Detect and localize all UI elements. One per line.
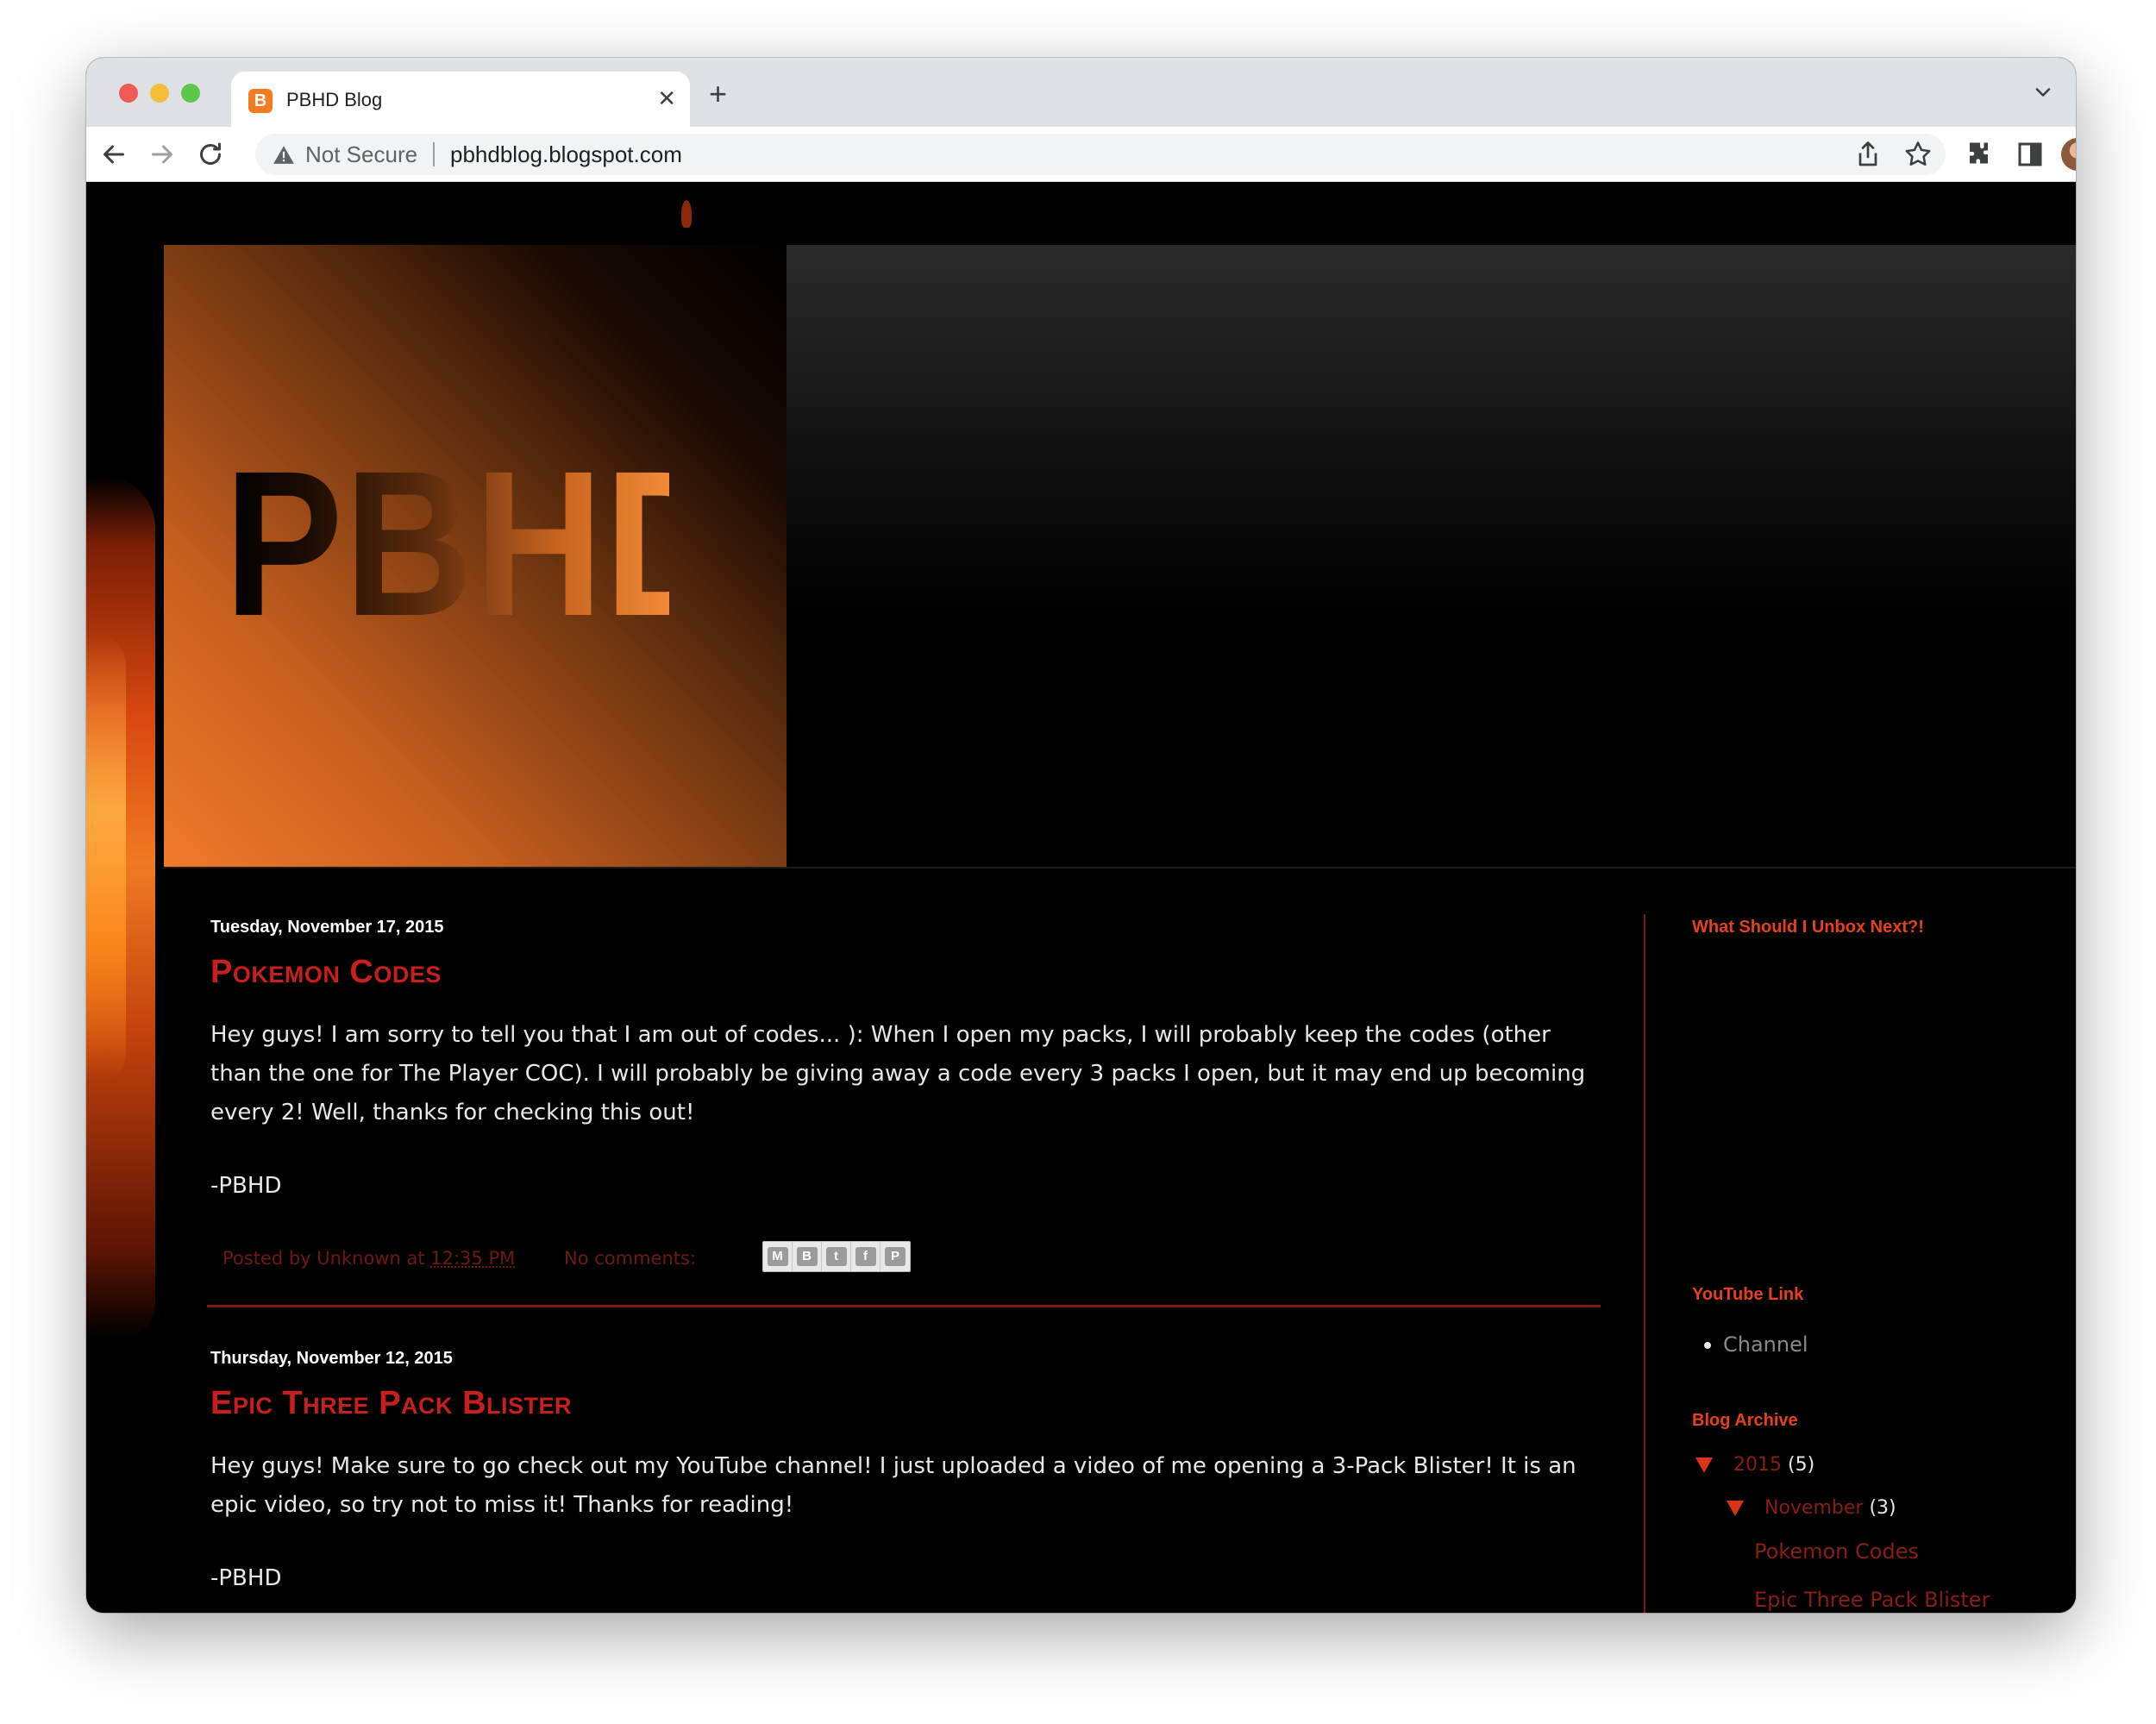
zoom-window-button[interactable]	[181, 84, 200, 103]
pinterest-share-icon: P	[885, 1247, 906, 1266]
post-author-line: Posted by Unknown at 12:35 PM	[222, 1246, 515, 1270]
blog-logo: PBHD	[224, 428, 735, 659]
youtube-widget-title: YouTube Link	[1692, 1285, 1804, 1304]
youtube-channel-link[interactable]: Channel	[1704, 1330, 2054, 1359]
column-divider	[1644, 914, 1645, 1613]
archive-year-count: (5)	[1788, 1454, 1815, 1476]
bookmark-star-icon[interactable]	[1902, 139, 1934, 170]
browser-tab[interactable]: B PBHD Blog ✕	[231, 72, 690, 127]
share-buttons: M B t f P	[762, 1241, 911, 1272]
archive-year-row: 2015 (5)	[1695, 1452, 1814, 1478]
url-text[interactable]: pbhdblog.blogspot.com	[450, 141, 682, 167]
blog-header-image[interactable]: PBHD	[164, 245, 787, 868]
post-signature: -PBHD	[210, 1173, 282, 1199]
header-divider	[164, 867, 2076, 868]
share-icon[interactable]	[1852, 139, 1883, 170]
post-body: Hey guys! Make sure to go check out my Y…	[210, 1453, 1576, 1518]
tab-title: PBHD Blog	[286, 89, 383, 110]
poll-widget-title: What Should I Unbox Next?!	[1692, 918, 1924, 937]
profile-avatar[interactable]	[2061, 138, 2076, 171]
archive-post-link[interactable]: Epic Three Pack Blister	[1754, 1587, 1990, 1613]
email-share-button[interactable]: M	[763, 1242, 793, 1271]
side-panel-icon[interactable]	[2015, 139, 2046, 170]
tab-search-icon[interactable]	[2031, 80, 2055, 104]
omnibox-separator	[433, 142, 435, 166]
archive-month-link[interactable]: November	[1764, 1497, 1863, 1519]
address-bar[interactable]: Not Secure pbhdblog.blogspot.com	[255, 134, 1946, 175]
blogthis-share-icon: B	[796, 1247, 818, 1266]
extensions-icon[interactable]	[1965, 139, 1996, 170]
youtube-link-list: Channel	[1692, 1330, 2054, 1359]
tab-strip: B PBHD Blog ✕ +	[86, 58, 2076, 127]
blog-archive: 2015 (5) November (3) Pokemon Codes Epic…	[1692, 1452, 2054, 1613]
browser-window: B PBHD Blog ✕ + Not Secure pbhdblog.blog…	[86, 58, 2076, 1613]
browser-toolbar: Not Secure pbhdblog.blogspot.com	[86, 127, 2076, 182]
tab-close-icon[interactable]: ✕	[657, 84, 676, 113]
facebook-share-icon: f	[855, 1247, 876, 1266]
post-body: Hey guys! I am sorry to tell you that I …	[210, 1022, 1586, 1125]
post-separator	[207, 1305, 1601, 1307]
ember-image	[681, 200, 692, 228]
post-time-link[interactable]: 12:35 PM	[430, 1248, 515, 1269]
page-content: PBHD Tuesday, November 17, 2015 Pokemon …	[86, 183, 2076, 1613]
posted-by-label: Posted by Unknown at	[222, 1248, 425, 1269]
post-date: Tuesday, November 17, 2015	[210, 918, 444, 937]
new-tab-button[interactable]: +	[709, 77, 727, 111]
blog-post: Thursday, November 12, 2015 Epic Three P…	[210, 1347, 1608, 1594]
flame-highlight-image	[86, 631, 126, 1080]
close-window-button[interactable]	[119, 84, 138, 103]
post-date: Thursday, November 12, 2015	[210, 1349, 453, 1368]
pinterest-share-button[interactable]: P	[881, 1242, 910, 1271]
twitter-share-button[interactable]: t	[822, 1242, 851, 1271]
blogthis-share-button[interactable]: B	[793, 1242, 822, 1271]
collapse-toggle-icon[interactable]	[1727, 1501, 1744, 1516]
warning-icon[interactable]	[273, 144, 295, 165]
forward-icon[interactable]	[147, 139, 178, 170]
collapse-toggle-icon[interactable]	[1695, 1458, 1713, 1473]
comments-link[interactable]: No comments:	[564, 1246, 696, 1270]
archive-post-link[interactable]: Pokemon Codes	[1754, 1539, 1919, 1564]
archive-month-count: (3)	[1869, 1497, 1896, 1519]
reload-icon[interactable]	[195, 139, 226, 170]
archive-widget-title: Blog Archive	[1692, 1411, 1798, 1430]
blog-post: Tuesday, November 17, 2015 Pokemon Codes…	[207, 916, 1608, 1307]
post-footer: Posted by Unknown at 12:35 PM No comment…	[210, 1241, 1608, 1276]
blogger-favicon-icon: B	[248, 89, 273, 113]
post-signature: -PBHD	[210, 1565, 282, 1591]
post-title-link[interactable]: Pokemon Codes	[210, 952, 1608, 992]
archive-year-link[interactable]: 2015	[1733, 1454, 1782, 1476]
facebook-share-button[interactable]: f	[851, 1242, 881, 1271]
twitter-share-icon: t	[825, 1247, 847, 1266]
sidebar: What Should I Unbox Next?! YouTube Link …	[1692, 916, 2054, 1613]
security-label[interactable]: Not Secure	[305, 141, 417, 167]
main-column: Tuesday, November 17, 2015 Pokemon Codes…	[207, 916, 1608, 1594]
email-share-icon: M	[767, 1247, 788, 1266]
header-banner	[787, 245, 2076, 868]
archive-month-row: November (3)	[1727, 1495, 1896, 1521]
minimize-window-button[interactable]	[150, 84, 169, 103]
post-title-link[interactable]: Epic Three Pack Blister	[210, 1383, 1608, 1423]
back-icon[interactable]	[98, 139, 129, 170]
